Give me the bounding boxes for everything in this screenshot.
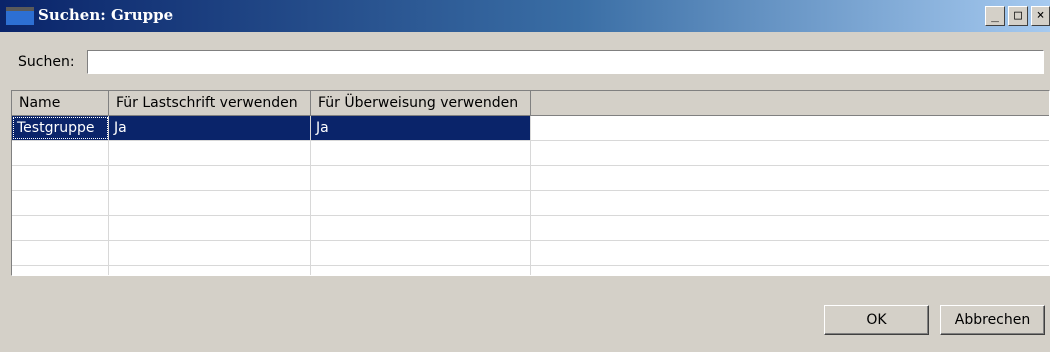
title-bar[interactable]: Suchen: Gruppe _ □ × [0, 0, 1050, 32]
cell-name[interactable]: Testgruppe [12, 116, 109, 140]
cancel-button[interactable]: Abbrechen [940, 305, 1045, 335]
search-input[interactable] [87, 50, 1044, 74]
column-header-ueberweisung[interactable]: Für Überweisung verwenden [311, 91, 531, 115]
cell-ueberweisung[interactable]: Ja [311, 116, 531, 140]
column-header-name[interactable]: Name [12, 91, 109, 115]
cell-lastschrift[interactable]: Ja [109, 116, 311, 140]
results-table[interactable]: Name Für Lastschrift verwenden Für Überw… [11, 90, 1050, 276]
app-icon [6, 7, 34, 25]
window-title: Suchen: Gruppe [38, 6, 174, 24]
table-header: Name Für Lastschrift verwenden Für Überw… [12, 91, 1049, 116]
empty-row [12, 166, 1049, 191]
maximize-button[interactable]: □ [1008, 6, 1028, 26]
table-row[interactable]: Testgruppe Ja Ja [12, 116, 1049, 141]
column-header-lastschrift[interactable]: Für Lastschrift verwenden [109, 91, 311, 115]
empty-row [12, 241, 1049, 266]
minimize-button[interactable]: _ [985, 6, 1005, 26]
cell-filler [531, 116, 1049, 140]
close-button[interactable]: × [1031, 6, 1050, 26]
empty-row [12, 141, 1049, 166]
empty-row [12, 191, 1049, 216]
empty-row [12, 266, 1049, 275]
search-label: Suchen: [18, 54, 75, 70]
ok-button[interactable]: OK [824, 305, 929, 335]
empty-row [12, 216, 1049, 241]
